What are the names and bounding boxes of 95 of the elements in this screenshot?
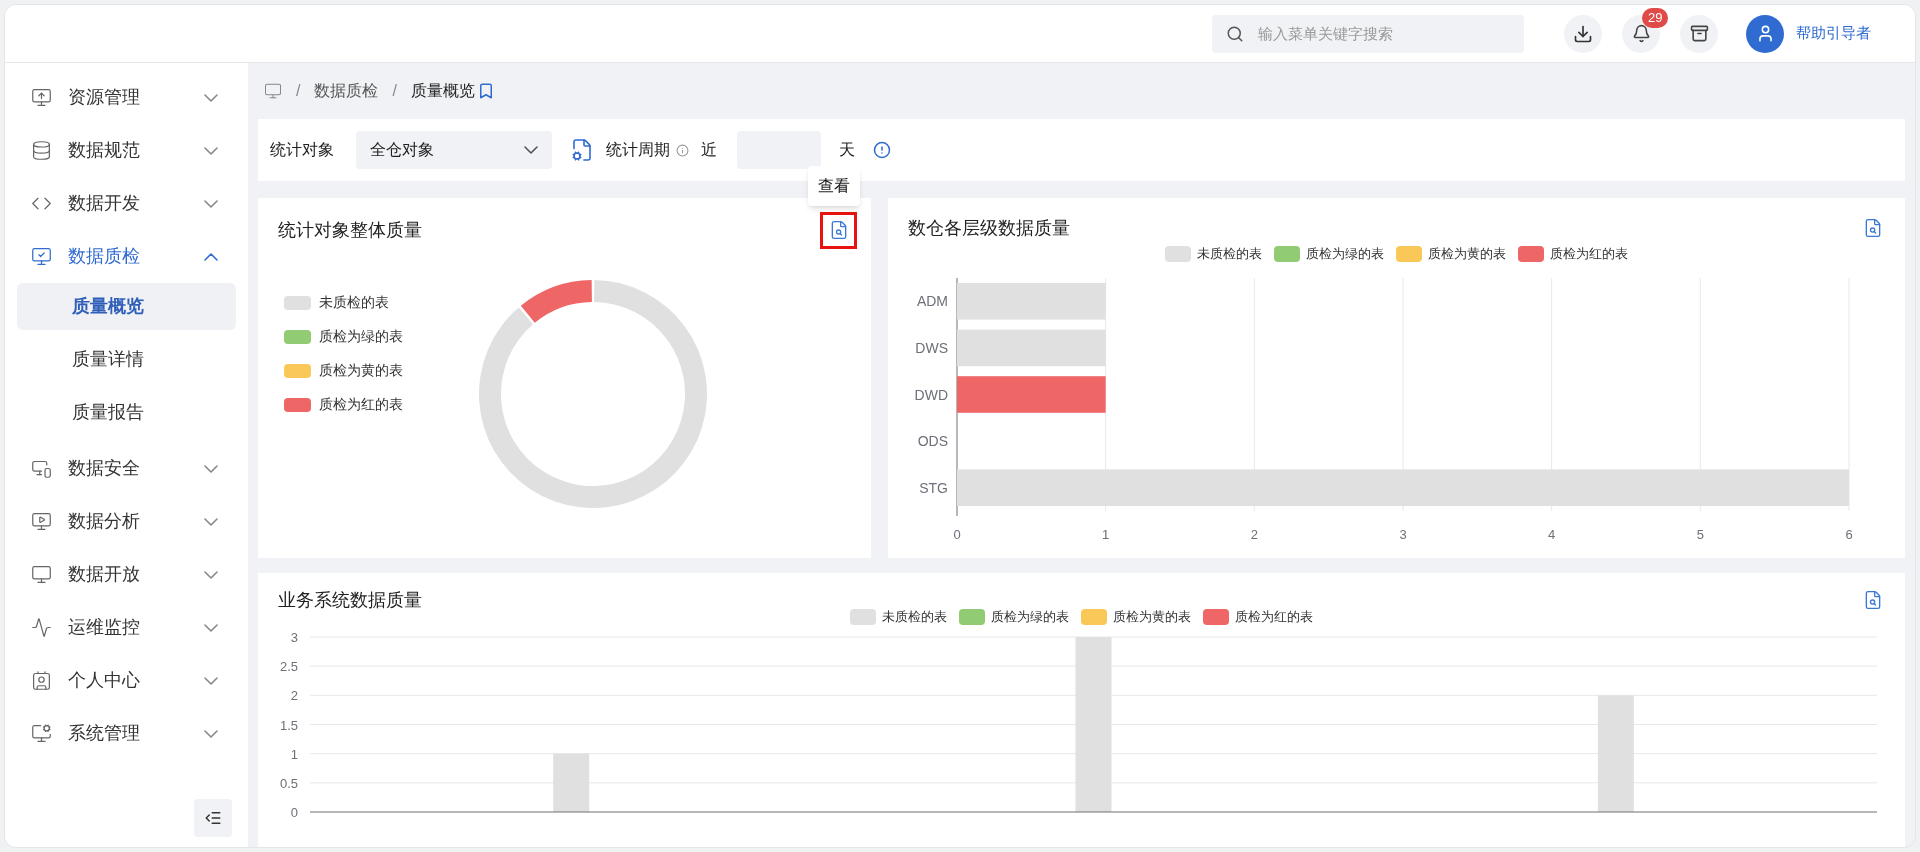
notification-button[interactable]: [1622, 14, 1660, 53]
box-icon: [1689, 24, 1709, 43]
period-prefix: 近: [701, 140, 717, 160]
axis-tick-label: 5: [1696, 526, 1704, 542]
legend-label[interactable]: 未质检的表: [882, 607, 947, 627]
legend-label[interactable]: 未质检的表: [319, 292, 389, 313]
chevron-icon: [204, 676, 218, 685]
axis-tick-label: 1.5: [279, 717, 298, 732]
submenu-item[interactable]: 质量报告: [17, 389, 236, 436]
field-label: 统计对象: [270, 140, 334, 160]
chevron-icon: [204, 252, 218, 261]
search-field[interactable]: 输入菜单关键字搜索: [1212, 14, 1524, 53]
chevron-icon: [524, 146, 538, 154]
collapse-icon: [204, 809, 222, 827]
menu-icon: [31, 140, 52, 161]
sidebar-item[interactable]: 数据规范: [5, 124, 248, 177]
object-select[interactable]: 全仓对象: [356, 131, 552, 169]
info-icon[interactable]: [873, 141, 891, 159]
menu-icon: [31, 458, 52, 479]
axis-tick-label: 0: [290, 804, 298, 820]
submenu-item[interactable]: 质量详情: [17, 336, 236, 383]
menu-icon: [31, 723, 52, 744]
category-label: STG: [919, 479, 948, 496]
menu-icon: [31, 87, 52, 108]
legend-label[interactable]: 质检为绿的表: [319, 326, 403, 347]
axis-tick-label: 0: [953, 526, 961, 542]
sidebar-item[interactable]: 资源管理: [5, 71, 248, 124]
axis-tick-label: 1: [290, 746, 298, 762]
sidebar-item[interactable]: 运维监控: [5, 601, 248, 654]
chevron-icon: [204, 199, 218, 208]
archive-button[interactable]: [1680, 14, 1718, 53]
settings-document-icon[interactable]: [570, 138, 594, 162]
axis-tick-label: 2: [1250, 526, 1258, 542]
legend-label[interactable]: 质检为黄的表: [319, 360, 403, 381]
info-icon: [676, 143, 689, 157]
sidebar-item[interactable]: 个人中心: [5, 654, 248, 707]
legend-label[interactable]: 质检为红的表: [1550, 244, 1628, 264]
axis-tick-label: 2.5: [279, 658, 298, 674]
axis-tick-label: 2: [290, 687, 298, 703]
chevron-icon: [204, 464, 218, 473]
category-label: ODS: [917, 432, 948, 449]
chevron-icon: [204, 93, 218, 102]
category-label: DWS: [915, 339, 948, 356]
field-label: 统计周期: [606, 140, 670, 160]
breadcrumb-item[interactable]: 数据质检: [314, 79, 379, 103]
highlight-frame[interactable]: [820, 211, 857, 249]
chevron-icon: [204, 517, 218, 526]
legend-label[interactable]: 未质检的表: [1197, 244, 1262, 264]
bar: [553, 753, 590, 812]
legend-label[interactable]: 质检为黄的表: [1113, 607, 1191, 627]
legend-label[interactable]: 质检为红的表: [319, 394, 403, 415]
notification-count: 29: [1642, 7, 1669, 28]
axis-tick-label: 0.5: [279, 775, 298, 791]
sidebar-item[interactable]: 系统管理: [5, 707, 248, 760]
legend-label[interactable]: 质检为绿的表: [1306, 244, 1384, 264]
legend-label[interactable]: 质检为绿的表: [991, 607, 1069, 627]
bell-icon: [1631, 24, 1651, 43]
menu-icon: [31, 246, 52, 267]
sidebar-item[interactable]: 数据开放: [5, 548, 248, 601]
home-icon[interactable]: [264, 82, 282, 100]
avatar[interactable]: [1746, 14, 1784, 53]
chevron-icon: [204, 729, 218, 738]
user-name[interactable]: 帮助引导者: [1796, 22, 1871, 45]
axis-tick-label: 3: [290, 629, 298, 645]
period-suffix: 天: [839, 140, 855, 160]
axis-tick-label: 4: [1548, 526, 1556, 542]
panel-title: 数仓各层级数据质量: [908, 216, 1070, 240]
sidebar-item[interactable]: 数据质检: [5, 230, 248, 283]
sidebar-item[interactable]: 数据分析: [5, 495, 248, 548]
menu-icon: [31, 511, 52, 532]
tooltip: 查看: [808, 165, 860, 206]
menu-icon: [31, 617, 52, 638]
breadcrumb-separator: /: [296, 81, 301, 101]
sidebar-item[interactable]: 数据安全: [5, 442, 248, 495]
breadcrumb-separator: /: [392, 81, 397, 101]
menu-icon: [31, 670, 52, 691]
axis-tick-label: 1: [1102, 526, 1110, 542]
panel-title: 统计对象整体质量: [278, 218, 422, 242]
download-button[interactable]: [1564, 14, 1602, 53]
download-icon: [1573, 23, 1593, 44]
legend-label[interactable]: 质检为黄的表: [1428, 244, 1506, 264]
axis-tick-label: 6: [1845, 526, 1853, 542]
chevron-icon: [204, 146, 218, 155]
panel-title: 业务系统数据质量: [278, 588, 422, 612]
category-label: ADM: [916, 292, 948, 309]
axis-tick-label: 3: [1399, 526, 1407, 542]
chevron-icon: [204, 623, 218, 632]
collapse-button[interactable]: [194, 799, 232, 837]
menu-icon: [31, 564, 52, 585]
category-label: DWD: [914, 386, 948, 402]
chevron-icon: [204, 570, 218, 579]
legend-label[interactable]: 质检为红的表: [1235, 607, 1313, 627]
breadcrumb-item: 质量概览: [410, 81, 475, 101]
sidebar-item[interactable]: 数据开发: [5, 177, 248, 230]
submenu-item[interactable]: 质量概览: [17, 283, 236, 330]
